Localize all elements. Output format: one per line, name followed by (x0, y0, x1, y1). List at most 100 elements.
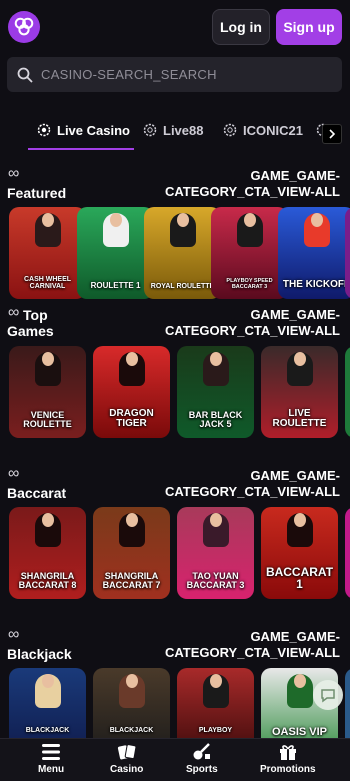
game-name: CASH WHEEL CARNIVAL (23, 276, 72, 290)
game-card[interactable]: LIVE ROULETTE (261, 346, 338, 438)
brand-logo[interactable] (8, 11, 40, 43)
game-card[interactable]: SHANGRILA BACCARAT 7 (93, 507, 170, 599)
gift-icon (279, 745, 296, 760)
tab-label: Live88 (163, 122, 204, 138)
menu-icon (42, 744, 61, 760)
tab-live88[interactable]: Live88 (143, 120, 203, 140)
game-name: ROULETTE 1 (90, 281, 141, 290)
game-card[interactable]: BLACKJACK (93, 668, 170, 738)
game-card[interactable]: ROYAL ROULETTE (144, 207, 221, 299)
nav-casino[interactable]: Casino (110, 743, 143, 775)
game-card[interactable]: BACCARAT 1 (261, 507, 338, 599)
tab-iconic21[interactable]: ICONIC21 (223, 120, 303, 140)
game-card[interactable] (345, 668, 350, 738)
games-row: SHANGRILA BACCARAT 8 SHANGRILA BACCARAT … (0, 507, 350, 599)
search-input[interactable] (41, 67, 332, 82)
view-all-link[interactable]: GAME_GAME-CATEGORY_CTA_VIEW-ALL (104, 468, 340, 500)
chip-icon (143, 123, 157, 137)
dealer-image (286, 513, 313, 547)
live-chat-button[interactable] (313, 680, 343, 710)
nav-label: Menu (38, 764, 65, 775)
provider-tabs: Live Casino Live88 ICONIC21 (0, 112, 350, 150)
dealer-image (169, 213, 196, 247)
login-button[interactable]: Log in (212, 9, 270, 45)
dealer-image (34, 213, 61, 247)
game-name: PLAYBOY SPEED BACCARAT 3 (226, 278, 273, 290)
game-card[interactable]: VENICE ROULETTE (9, 346, 86, 438)
chip-icon (37, 123, 51, 137)
game-name: TAO YUAN BACCARAT 3 (186, 571, 245, 590)
game-name: SHANGRILA BACCARAT 8 (18, 571, 77, 590)
game-card[interactable]: ROULETTE 1 (77, 207, 154, 299)
section-top-games: ∞ Top Games GAME_GAME-CATEGORY_CTA_VIEW-… (0, 305, 350, 438)
game-name: DRAGON TIGER (109, 408, 154, 429)
dealer-image (34, 352, 61, 386)
game-card[interactable]: CASH WHEEL CARNIVAL (9, 207, 86, 299)
game-name: BACCARAT 1 (265, 565, 334, 591)
tab-label: ICONIC21 (243, 122, 303, 138)
dealer-image (286, 674, 313, 708)
dealer-image (118, 674, 145, 708)
dealer-image (202, 352, 229, 386)
game-name: THE KICKOFF (282, 279, 350, 290)
view-all-link[interactable]: GAME_GAME-CATEGORY_CTA_VIEW-ALL (104, 307, 340, 339)
dealer-image (118, 513, 145, 547)
view-all-link[interactable]: GAME_GAME-CATEGORY_CTA_VIEW-ALL (104, 168, 340, 200)
logo-icon (14, 17, 34, 36)
top-header: Log in Sign up (0, 0, 350, 54)
game-card[interactable]: SHANGRILA BACCARAT 8 (9, 507, 86, 599)
game-card[interactable] (345, 207, 350, 299)
section-blackjack: ∞ Blackjack GAME_GAME-CATEGORY_CTA_VIEW-… (0, 627, 350, 738)
section-title: Blackjack (7, 646, 72, 662)
dealer-image (202, 674, 229, 708)
view-all-link[interactable]: GAME_GAME-CATEGORY_CTA_VIEW-ALL (104, 629, 340, 661)
nav-sports[interactable]: Sports (186, 743, 218, 775)
nav-menu[interactable]: Menu (38, 743, 64, 775)
chat-icon (321, 689, 335, 703)
section-title: Featured (7, 185, 67, 201)
section-title: Top Games (7, 307, 67, 339)
game-name: PLAYBOY (198, 727, 233, 734)
games-row: CASH WHEEL CARNIVAL ROULETTE 1 ROYAL ROU… (0, 207, 350, 299)
dealer-image (286, 352, 313, 386)
tabs-scroll-right-button[interactable] (322, 124, 342, 144)
infinity-icon: ∞ (8, 465, 20, 482)
chevron-right-icon (329, 129, 336, 139)
game-name: VENICE ROULETTE (23, 410, 72, 429)
game-card[interactable]: PLAYBOY (177, 668, 254, 738)
nav-label: Sports (186, 764, 218, 775)
game-name: SHANGRILA BACCARAT 7 (102, 571, 161, 590)
dealer-image (118, 352, 145, 386)
game-card[interactable] (345, 507, 350, 599)
game-name: BLACKJACK (109, 727, 154, 734)
dealer-image (236, 213, 263, 247)
game-card[interactable]: BAR BLACK JACK 5 (177, 346, 254, 438)
search-bar[interactable] (7, 57, 342, 92)
tab-live-casino[interactable]: Live Casino (37, 120, 130, 140)
game-name: BAR BLACK JACK 5 (188, 410, 243, 429)
nav-label: Promotions (260, 764, 316, 775)
game-card[interactable]: DRAGON TIGER (93, 346, 170, 438)
game-name: LIVE ROULETTE (272, 408, 327, 429)
section-baccarat: ∞ Baccarat GAME_GAME-CATEGORY_CTA_VIEW-A… (0, 465, 350, 599)
search-icon (17, 67, 33, 83)
chip-icon (223, 123, 237, 137)
game-card[interactable]: BLACKJACK (9, 668, 86, 738)
game-card[interactable]: PLAYBOY SPEED BACCARAT 3 (211, 207, 288, 299)
games-row: BLACKJACK BLACKJACK PLAYBOY OASIS VIP (0, 668, 350, 738)
section-title: Baccarat (7, 485, 67, 501)
signup-button[interactable]: Sign up (276, 9, 342, 45)
game-name: ROYAL ROULETTE (150, 283, 215, 290)
nav-promotions[interactable]: Promotions (260, 743, 316, 775)
game-name: BLACKJACK (25, 727, 70, 734)
active-tab-indicator (28, 148, 134, 150)
sports-icon (193, 743, 210, 760)
game-card[interactable] (345, 346, 350, 438)
game-card[interactable]: TAO YUAN BACCARAT 3 (177, 507, 254, 599)
dealer-image (34, 674, 61, 708)
section-featured: ∞ Featured GAME_GAME-CATEGORY_CTA_VIEW-A… (0, 166, 350, 299)
game-name: OASIS VIP (271, 726, 328, 738)
game-card[interactable]: THE KICKOFF (278, 207, 350, 299)
bottom-navigation: Menu Casino Sports Promotions (0, 738, 350, 781)
nav-label: Casino (110, 764, 144, 775)
